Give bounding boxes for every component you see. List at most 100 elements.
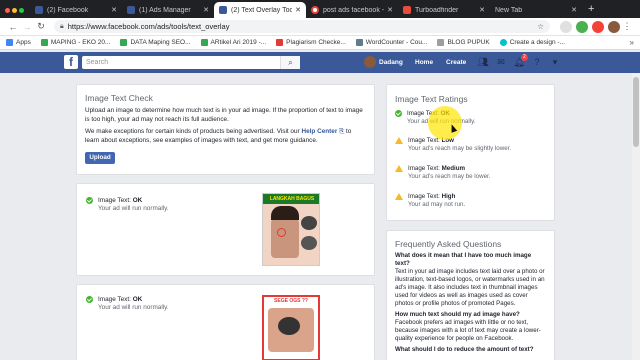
bookmark-label: ARtikel Ari 2019 -... bbox=[210, 39, 267, 46]
bookmark-folder[interactable]: BLOG PUPUK bbox=[437, 39, 490, 46]
tab-google-search[interactable]: post ads facebook - ✕ bbox=[306, 2, 398, 18]
result-value: OK bbox=[132, 197, 143, 204]
close-tab-icon[interactable]: ✕ bbox=[479, 6, 485, 14]
maximize-window-icon[interactable] bbox=[19, 7, 24, 13]
facebook-logo[interactable]: f bbox=[64, 55, 78, 69]
tab-label: (2) Facebook bbox=[47, 6, 89, 14]
tab-label: Turboadfinder bbox=[415, 6, 459, 14]
thumbnail-product bbox=[278, 317, 300, 335]
forward-icon[interactable]: → bbox=[20, 22, 34, 32]
close-tab-icon[interactable]: ✕ bbox=[295, 6, 301, 14]
profile-link[interactable]: Dadang bbox=[364, 56, 403, 68]
ad-image-thumbnail[interactable]: LANGKAH BAGUS bbox=[262, 193, 320, 266]
result-card: Image Text: OK Your ad will run normally… bbox=[76, 284, 375, 360]
tab-label: post ads facebook - bbox=[323, 6, 385, 14]
wordcounter-icon bbox=[355, 39, 363, 46]
extension-icon[interactable] bbox=[560, 20, 572, 33]
bookmark-item[interactable]: Plagiarism Checke... bbox=[276, 39, 346, 46]
result-subtext: Your ad will run normally. bbox=[98, 205, 169, 212]
close-tab-icon[interactable]: ✕ bbox=[111, 6, 117, 14]
bookmark-item[interactable]: WordCounter - Cou... bbox=[355, 39, 428, 46]
close-tab-icon[interactable]: ✕ bbox=[571, 6, 577, 14]
apps-grid-icon bbox=[6, 39, 13, 46]
bookmark-item[interactable]: DATA Maping SEO... bbox=[120, 39, 191, 46]
help-center-link[interactable]: Help Center bbox=[301, 128, 337, 135]
faq-answer: Facebook prefers ad images with little o… bbox=[395, 319, 541, 342]
bookmark-label: WordCounter - Cou... bbox=[365, 39, 428, 46]
close-window-icon[interactable] bbox=[5, 7, 10, 13]
extension-icon[interactable] bbox=[576, 20, 588, 33]
faq-question: What does it mean that I have too much i… bbox=[395, 252, 532, 267]
close-tab-icon[interactable]: ✕ bbox=[203, 6, 209, 14]
close-tab-icon[interactable]: ✕ bbox=[387, 6, 393, 14]
facebook-favicon-icon bbox=[35, 6, 43, 14]
upload-button[interactable]: Upload bbox=[85, 152, 115, 164]
home-link[interactable]: Home bbox=[415, 59, 433, 66]
exceptions-text: We make exceptions for certain kinds of … bbox=[85, 128, 366, 145]
url-field[interactable]: 🔒︎ https://www.facebook.com/ads/tools/te… bbox=[54, 20, 550, 33]
scrollbar-thumb[interactable] bbox=[633, 77, 639, 147]
help-icon[interactable]: ? bbox=[531, 56, 543, 68]
result-status: Image Text: OK Your ad will run normally… bbox=[86, 197, 169, 213]
result-subtext: Your ad will run normally. bbox=[98, 304, 169, 311]
faq-card: Frequently Asked Questions What does it … bbox=[386, 230, 555, 360]
faq-question: What should I do to reduce the amount of… bbox=[395, 346, 534, 353]
create-link[interactable]: Create bbox=[446, 59, 466, 66]
thumbnail-caption: SEGE OGS ?? bbox=[274, 298, 308, 304]
check-circle-icon bbox=[395, 110, 402, 117]
check-circle-icon bbox=[86, 197, 93, 204]
extension-icon[interactable] bbox=[592, 20, 604, 33]
card-title: Image Text Ratings bbox=[395, 94, 468, 104]
sheets-icon bbox=[40, 39, 48, 46]
rating-value: High bbox=[441, 193, 456, 200]
account-menu-icon[interactable]: ▾ bbox=[549, 56, 561, 68]
menu-icon[interactable]: ⋮ bbox=[620, 21, 634, 32]
rating-subtext: Your ad's reach may be lower. bbox=[408, 173, 491, 180]
canva-icon bbox=[499, 39, 507, 46]
bookmark-item[interactable]: MAPING - EKO 20... bbox=[40, 39, 110, 46]
url-text: https://www.facebook.com/ads/tools/text_… bbox=[67, 22, 230, 31]
tab-new-tab[interactable]: New Tab ✕ bbox=[490, 2, 582, 18]
thumbnail-product bbox=[301, 236, 317, 250]
sheets-icon bbox=[200, 39, 208, 46]
messenger-icon[interactable]: ✉ bbox=[495, 56, 507, 68]
back-icon[interactable]: ← bbox=[6, 22, 20, 32]
rating-label: Image Text: bbox=[408, 165, 440, 172]
friend-requests-icon[interactable]: 👥︎ bbox=[477, 56, 489, 68]
more-bookmarks-icon[interactable]: » bbox=[630, 38, 634, 47]
bookmarks-bar: Apps MAPING - EKO 20... DATA Maping SEO.… bbox=[0, 36, 640, 50]
image-text-check-card: Image Text Check Upload an image to dete… bbox=[76, 84, 375, 175]
reload-icon[interactable]: ↻ bbox=[34, 21, 48, 32]
page-scrollbar[interactable] bbox=[632, 73, 640, 360]
thumbnail-caption: LANGKAH BAGUS bbox=[263, 194, 319, 204]
new-tab-button[interactable]: + bbox=[582, 2, 600, 18]
profile-avatar[interactable] bbox=[608, 20, 620, 33]
tab-turboadfinder[interactable]: Turboadfinder ✕ bbox=[398, 2, 490, 18]
warning-icon bbox=[395, 193, 403, 200]
address-bar-row: ← → ↻ 🔒︎ https://www.facebook.com/ads/to… bbox=[0, 18, 640, 36]
bookmark-star-icon[interactable]: ☆ bbox=[537, 22, 544, 31]
cursor-highlight bbox=[428, 106, 462, 140]
bookmark-apps[interactable]: Apps bbox=[6, 39, 31, 46]
tab-label: (1) Ads Manager bbox=[139, 6, 191, 14]
warning-icon bbox=[395, 165, 403, 172]
search-input[interactable]: Search ⌕ bbox=[82, 56, 300, 69]
bookmark-item[interactable]: Create a design -... bbox=[499, 39, 565, 46]
tab-text-overlay-tool[interactable]: (2) Text Overlay Tool ✕ bbox=[214, 2, 306, 18]
tab-facebook[interactable]: (2) Facebook ✕ bbox=[30, 2, 122, 18]
search-icon[interactable]: ⌕ bbox=[280, 56, 300, 69]
bookmark-label: Plagiarism Checke... bbox=[286, 39, 346, 46]
search-placeholder: Search bbox=[86, 59, 109, 66]
thumbnail-hair bbox=[271, 206, 299, 220]
tab-ads-manager[interactable]: (1) Ads Manager ✕ bbox=[122, 2, 214, 18]
turboadfinder-favicon-icon bbox=[403, 6, 411, 14]
rating-label: Image Text: bbox=[408, 193, 440, 200]
window-controls[interactable] bbox=[0, 2, 30, 18]
plagiarism-icon bbox=[276, 39, 284, 46]
facebook-top-bar: f Search ⌕ Dadang Home Create 👥︎ ✉ 🔔︎ 2 … bbox=[0, 52, 640, 73]
bookmark-item[interactable]: ARtikel Ari 2019 -... bbox=[200, 39, 267, 46]
minimize-window-icon[interactable] bbox=[12, 7, 17, 13]
tab-label: (2) Text Overlay Tool bbox=[231, 6, 293, 14]
facebook-favicon-icon bbox=[127, 6, 135, 14]
ad-image-thumbnail[interactable]: SEGE OGS ?? bbox=[262, 295, 320, 360]
